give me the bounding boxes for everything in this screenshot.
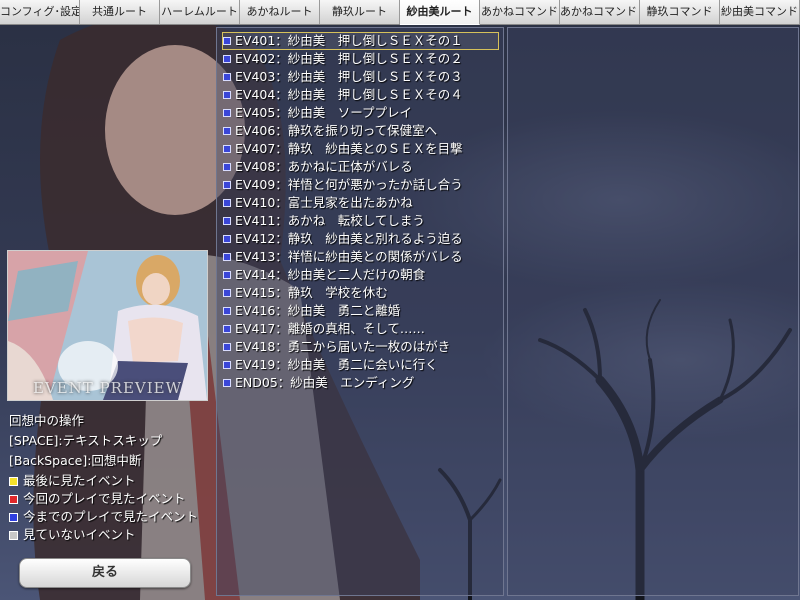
event-list-item[interactable]: EV410：富士見家を出たあかね: [222, 194, 499, 212]
tab-sayumi-route[interactable]: 紗由美ルート: [400, 0, 480, 25]
tab-common-route[interactable]: 共通ルート: [80, 0, 160, 24]
help-backspace-key: [BackSpace]:回想中断: [9, 453, 142, 468]
event-label: END05：紗由美 エンディング: [235, 375, 415, 390]
event-list-item[interactable]: EV415：静玖 学校を休む: [222, 284, 499, 302]
event-status-square-icon: [223, 325, 231, 333]
event-label: EV412：静玖 紗由美と別れるよう迫る: [235, 231, 463, 246]
legend-label: 見ていないイベント: [23, 527, 136, 542]
event-label: EV413：祥悟に紗由美との関係がバレる: [235, 249, 463, 264]
event-list-item[interactable]: EV406：静玖を振り切って保健室へ: [222, 122, 499, 140]
event-label: EV403：紗由美 押し倒しＳＥＸその３: [235, 69, 463, 84]
event-label: EV416：紗由美 勇二と離婚: [235, 303, 401, 318]
tab-akane-route[interactable]: あかねルート: [240, 0, 320, 24]
event-status-square-icon: [223, 37, 231, 45]
back-button[interactable]: 戻る: [19, 558, 191, 588]
event-status-square-icon: [223, 91, 231, 99]
event-status-square-icon: [223, 253, 231, 261]
tab-akane-command[interactable]: あかねコマンド: [480, 0, 560, 24]
event-status-square-icon: [223, 199, 231, 207]
event-label: EV418：勇二から届いた一枚のはがき: [235, 339, 451, 354]
tab-shizuku-command[interactable]: 静玖コマンド: [640, 0, 720, 24]
event-status-square-icon: [223, 163, 231, 171]
event-status-square-icon: [223, 271, 231, 279]
legend-swatch-gray: [9, 530, 18, 540]
event-list: EV401：紗由美 押し倒しＳＥＸその１ EV402：紗由美 押し倒しＳＥＸその２…: [222, 32, 499, 392]
event-status-square-icon: [223, 127, 231, 135]
event-label: EV411：あかね 転校してしまう: [235, 213, 425, 228]
event-label: EV409：祥悟と何が悪かったか話し合う: [235, 177, 463, 192]
legend-past-plays: 今までのプレイで見たイベント: [9, 508, 198, 526]
event-status-square-icon: [223, 181, 231, 189]
route-tab-bar: コンフィグ･設定 共通ルート ハーレムルート あかねルート 静玖ルート 紗由美ル…: [0, 0, 800, 25]
legend-this-play: 今回のプレイで見たイベント: [9, 490, 198, 508]
help-space-key: [SPACE]:テキストスキップ: [9, 433, 163, 448]
help-title: 回想中の操作: [9, 413, 85, 428]
event-preview-image: [8, 251, 207, 400]
tab-akane-command-2[interactable]: あかねコマンド２: [560, 0, 640, 24]
event-label: EV405：紗由美 ソーププレイ: [235, 105, 413, 120]
event-status-square-icon: [223, 361, 231, 369]
tab-shizuku-route[interactable]: 静玖ルート: [320, 0, 400, 24]
event-list-item[interactable]: EV411：あかね 転校してしまう: [222, 212, 499, 230]
event-status-square-icon: [223, 379, 231, 387]
event-list-item[interactable]: EV402：紗由美 押し倒しＳＥＸその２: [222, 50, 499, 68]
event-list-item[interactable]: EV412：静玖 紗由美と別れるよう迫る: [222, 230, 499, 248]
preview-caption: EVENT PREVIEW: [32, 379, 183, 397]
legend-swatch-red: [9, 494, 18, 504]
event-status-square-icon: [223, 343, 231, 351]
event-label: EV419：紗由美 勇二に会いに行く: [235, 357, 438, 372]
event-status-square-icon: [223, 55, 231, 63]
event-label: EV402：紗由美 押し倒しＳＥＸその２: [235, 51, 463, 66]
event-list-item[interactable]: EV401：紗由美 押し倒しＳＥＸその１: [222, 32, 499, 50]
event-label: EV407：静玖 紗由美とのＳＥＸを目撃: [235, 141, 463, 156]
event-list-item[interactable]: EV413：祥悟に紗由美との関係がバレる: [222, 248, 499, 266]
event-label: EV406：静玖を振り切って保健室へ: [235, 123, 438, 138]
tab-config[interactable]: コンフィグ･設定: [0, 0, 80, 24]
event-list-item[interactable]: END05：紗由美 エンディング: [222, 374, 499, 392]
event-list-item[interactable]: EV405：紗由美 ソーププレイ: [222, 104, 499, 122]
event-status-square-icon: [223, 307, 231, 315]
tab-harem-route[interactable]: ハーレムルート: [160, 0, 240, 24]
event-label: EV415：静玖 学校を休む: [235, 285, 388, 300]
legend-last-seen: 最後に見たイベント: [9, 472, 198, 490]
event-list-panel: EV401：紗由美 押し倒しＳＥＸその１ EV402：紗由美 押し倒しＳＥＸその２…: [216, 27, 504, 596]
legend-unseen: 見ていないイベント: [9, 526, 198, 544]
event-list-item[interactable]: EV418：勇二から届いた一枚のはがき: [222, 338, 499, 356]
event-label: EV410：富士見家を出たあかね: [235, 195, 413, 210]
legend-label: 最後に見たイベント: [23, 473, 136, 488]
legend-label: 今回のプレイで見たイベント: [23, 491, 186, 506]
event-list-item[interactable]: EV409：祥悟と何が悪かったか話し合う: [222, 176, 499, 194]
event-list-panel-2: [507, 27, 799, 596]
legend-swatch-blue: [9, 512, 18, 522]
event-list-item[interactable]: EV408：あかねに正体がバレる: [222, 158, 499, 176]
legend-label: 今までのプレイで見たイベント: [23, 509, 199, 524]
event-list-item[interactable]: EV417：離婚の真相、そして……: [222, 320, 499, 338]
event-label: EV404：紗由美 押し倒しＳＥＸその４: [235, 87, 463, 102]
legend-swatch-yellow: [9, 476, 18, 486]
recollection-controls-help: 回想中の操作 [SPACE]:テキストスキップ [BackSpace]:回想中断: [9, 411, 162, 471]
event-list-item[interactable]: EV416：紗由美 勇二と離婚: [222, 302, 499, 320]
event-status-square-icon: [223, 73, 231, 81]
event-list-item[interactable]: EV403：紗由美 押し倒しＳＥＸその３: [222, 68, 499, 86]
event-label: EV414：紗由美と二人だけの朝食: [235, 267, 426, 282]
tab-sayumi-command[interactable]: 紗由美コマンド: [720, 0, 800, 24]
event-list-item[interactable]: EV404：紗由美 押し倒しＳＥＸその４: [222, 86, 499, 104]
event-list-item[interactable]: EV414：紗由美と二人だけの朝食: [222, 266, 499, 284]
event-status-square-icon: [223, 145, 231, 153]
event-label: EV417：離婚の真相、そして……: [235, 321, 425, 336]
event-label: EV401：紗由美 押し倒しＳＥＸその１: [235, 33, 463, 48]
event-list-item[interactable]: EV419：紗由美 勇二に会いに行く: [222, 356, 499, 374]
event-label: EV408：あかねに正体がバレる: [235, 159, 413, 174]
event-status-square-icon: [223, 235, 231, 243]
event-status-square-icon: [223, 217, 231, 225]
event-preview: EVENT PREVIEW: [7, 250, 208, 401]
event-status-square-icon: [223, 109, 231, 117]
event-status-square-icon: [223, 289, 231, 297]
event-list-item[interactable]: EV407：静玖 紗由美とのＳＥＸを目撃: [222, 140, 499, 158]
event-status-legend: 最後に見たイベント 今回のプレイで見たイベント 今までのプレイで見たイベント 見…: [9, 472, 198, 544]
